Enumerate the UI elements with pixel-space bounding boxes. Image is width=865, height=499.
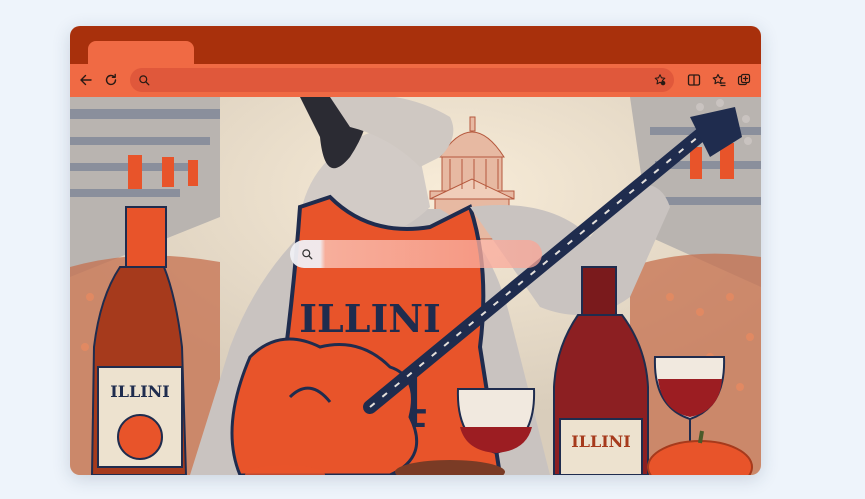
favorites-button[interactable] <box>707 68 731 92</box>
bottle-left-label: ILLINI <box>110 382 170 401</box>
address-input[interactable] <box>156 70 640 92</box>
arrow-left-icon <box>80 74 92 86</box>
favorites-icon <box>712 73 726 87</box>
address-bar[interactable] <box>130 68 674 92</box>
jersey-lettering: ILLINI <box>299 296 441 341</box>
new-tab-search-box[interactable] <box>290 240 542 268</box>
new-tab-search-input[interactable] <box>324 244 534 266</box>
star-settings-icon[interactable] <box>652 72 668 88</box>
back-button[interactable] <box>74 68 98 92</box>
search-icon <box>136 72 152 88</box>
collections-icon <box>737 73 751 86</box>
collections-button[interactable] <box>732 68 756 92</box>
background-illustration: ILLINI 14 ILLINI <box>70 97 761 475</box>
new-tab-page: ILLINI 14 ILLINI <box>70 97 761 475</box>
reload-button[interactable] <box>99 68 123 92</box>
search-icon <box>299 246 315 262</box>
browser-toolbar <box>70 64 761 97</box>
reload-icon <box>105 73 117 86</box>
title-bar <box>70 26 761 65</box>
split-screen-icon <box>687 74 701 86</box>
bottle-right-label: ILLINI <box>571 432 631 451</box>
active-tab[interactable] <box>88 41 194 65</box>
browser-window: ILLINI 14 ILLINI <box>70 26 761 475</box>
split-screen-button[interactable] <box>682 68 706 92</box>
